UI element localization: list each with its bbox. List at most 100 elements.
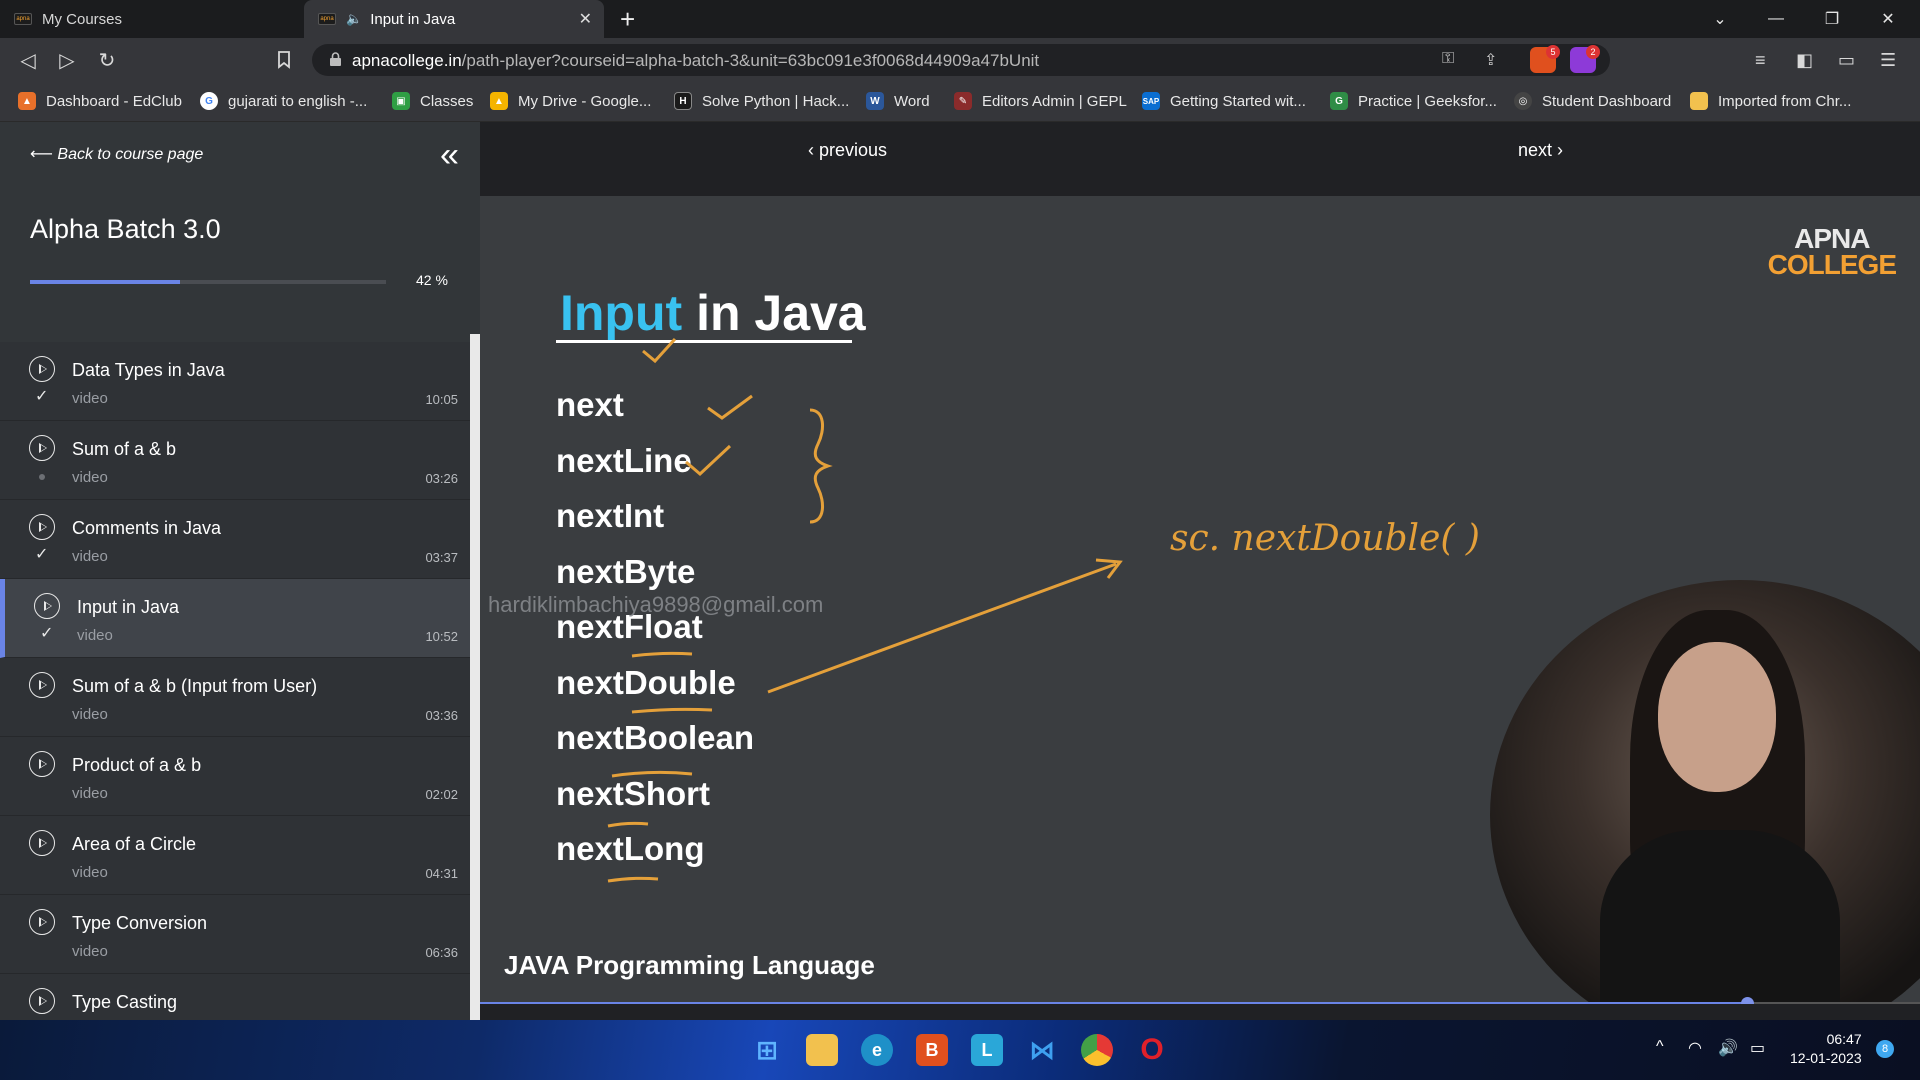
sidebar-toggle-icon[interactable]: ◧ [1796, 50, 1813, 71]
brave-shields-icon[interactable]: 5 [1530, 45, 1560, 73]
chrome-icon[interactable] [1081, 1034, 1113, 1066]
lesson-title: Type Casting [72, 992, 178, 1012]
lesson-type: video [72, 864, 108, 881]
wifi-icon[interactable]: ◠ [1688, 1038, 1702, 1058]
lesson-title: Area of a Circle [72, 834, 197, 854]
tab-label: My Courses [42, 10, 123, 28]
lesson-item[interactable]: Sum of a & b (Input from User) video 03:36 [0, 658, 470, 737]
audio-playing-icon[interactable]: 🔈 [346, 11, 362, 27]
lesson-item[interactable]: Type Conversion video 06:36 [0, 895, 470, 974]
site-favicon-icon: apna [14, 13, 32, 25]
close-tab-icon[interactable]: ✕ [579, 9, 592, 29]
tab-input-in-java[interactable]: apna 🔈 Input in Java ✕ [304, 0, 604, 38]
lesson-item[interactable]: ✓ Data Types in Java video 10:05 [0, 342, 470, 421]
bookmark-student-dashboard[interactable]: ◎ Student Dashboard [1514, 92, 1671, 110]
tab-my-courses[interactable]: apna My Courses [0, 0, 300, 38]
edclub-icon: ▲ [18, 92, 36, 110]
close-window-button[interactable]: ✕ [1860, 0, 1916, 38]
bookmark-gujarati[interactable]: Ggujarati to english -... [200, 92, 367, 110]
forward-icon[interactable]: ▷ [53, 46, 81, 74]
back-to-course-link[interactable]: ⟵ Back to course page [30, 144, 203, 164]
lesson-item[interactable]: Type Castingvideo [0, 974, 470, 1020]
browser-toolbar: ◁ ▷ ↻ apnacollege.in/path-player?coursei… [0, 38, 1920, 82]
bookmark-imported-folder[interactable]: Imported from Chr... [1690, 92, 1851, 110]
bookmark-sap[interactable]: SAP Getting Started wit... [1142, 92, 1306, 110]
lesson-type: video [72, 943, 108, 960]
notification-badge[interactable]: 8 [1876, 1040, 1894, 1058]
bookmark-edclub[interactable]: ▲ Dashboard - EdClub [18, 92, 182, 110]
folder-icon [1690, 92, 1708, 110]
battery-icon[interactable]: ▭ [1750, 1038, 1765, 1058]
tab-search-icon[interactable]: ⌄ [1692, 0, 1748, 38]
lesson-item[interactable]: ✓ Comments in Java video 03:37 [0, 500, 470, 579]
brave-browser-icon[interactable]: B [916, 1034, 948, 1066]
bookmark-classes[interactable]: ▣ Classes [392, 92, 473, 110]
menu-icon[interactable]: ☰ [1880, 50, 1896, 71]
handwritten-note: sc. nextDouble( ) [1170, 518, 1480, 559]
address-bar[interactable]: apnacollege.in/path-player?courseid=alph… [312, 44, 1610, 76]
volume-icon[interactable]: 🔊 [1718, 1038, 1738, 1058]
password-key-icon[interactable]: ⚿ [1442, 50, 1454, 68]
underline-long [607, 876, 659, 883]
bookmark-hackerrank[interactable]: H Solve Python | Hack... [674, 92, 849, 110]
lesson-item[interactable]: Product of a & b video 02:02 [0, 737, 470, 816]
play-circle-icon [29, 356, 55, 382]
file-explorer-icon[interactable] [806, 1034, 838, 1066]
player-nav: ‹ previous next › [480, 122, 1920, 180]
google-icon: G [200, 92, 218, 110]
lesson-item[interactable]: Area of a Circle video 04:31 [0, 816, 470, 895]
check-mark-3 [685, 444, 732, 477]
video-player[interactable]: APNA COLLEGE Input in Java next nextLine ne… [480, 196, 1920, 1004]
lesson-title: Comments in Java [72, 518, 222, 538]
system-clock[interactable]: 06:47 12-01-2023 [1790, 1030, 1862, 1068]
playlist-icon[interactable]: ≡ [1755, 50, 1766, 71]
shield-count-badge: 5 [1546, 45, 1560, 59]
edge-icon[interactable]: e [861, 1034, 893, 1066]
chevron-up-icon[interactable]: ^ [1656, 1038, 1664, 1056]
underline-short [607, 821, 649, 828]
lesson-item[interactable]: Sum of a & b video 03:26 [0, 421, 470, 500]
bookmark-geeksforgeeks[interactable]: G Practice | Geeksfor... [1330, 92, 1497, 110]
collapse-sidebar-icon[interactable]: « [440, 136, 459, 175]
l-app-icon[interactable]: L [971, 1034, 1003, 1066]
lesson-type: video [72, 390, 108, 407]
check-mark-2 [707, 394, 753, 420]
bookmark-editors-admin[interactable]: ✎ Editors Admin | GEPL [954, 92, 1127, 110]
gfg-icon: G [1330, 92, 1348, 110]
vscode-icon[interactable]: ⋈ [1026, 1034, 1058, 1066]
lesson-duration: 02:02 [425, 787, 458, 802]
reload-icon[interactable]: ↻ [93, 46, 121, 74]
lesson-list-scrollbar[interactable] [470, 334, 480, 1020]
play-circle-icon [29, 909, 55, 935]
restore-button[interactable]: ❐ [1804, 0, 1860, 38]
wallet-icon[interactable]: ▭ [1838, 50, 1855, 71]
lesson-duration: 10:05 [425, 392, 458, 407]
bookmark-page-icon[interactable] [270, 46, 298, 74]
video-seekbar[interactable] [480, 997, 1920, 1004]
opera-icon[interactable]: O [1136, 1033, 1168, 1066]
previous-button[interactable]: ‹ previous [808, 140, 887, 161]
lesson-title: Input in Java [77, 597, 180, 617]
rewards-count-badge: 2 [1586, 45, 1600, 59]
minimize-button[interactable]: — [1748, 0, 1804, 38]
play-circle-icon [29, 672, 55, 698]
chevron-left-icon: ‹ [808, 140, 819, 160]
lesson-type: video [77, 627, 113, 644]
lesson-title: Sum of a & b [72, 439, 177, 459]
windows-start-icon[interactable]: ⊞ [751, 1034, 783, 1066]
seekbar-handle[interactable] [1741, 997, 1755, 1004]
brave-rewards-icon[interactable]: 2 [1570, 45, 1600, 73]
check-mark-1 [642, 337, 677, 364]
bookmark-word[interactable]: W Word [866, 92, 930, 110]
back-icon[interactable]: ◁ [14, 46, 42, 74]
course-progress-fill [30, 280, 180, 284]
lesson-item[interactable]: ✓ Input in Java video 10:52 [0, 579, 470, 658]
bookmark-my-drive[interactable]: ▲ My Drive - Google... [490, 92, 651, 110]
share-icon[interactable]: ⇪ [1484, 50, 1497, 70]
check-icon: ✓ [35, 388, 49, 405]
lesson-title: Sum of a & b (Input from User) [72, 676, 318, 696]
check-icon: ✓ [40, 625, 54, 642]
check-icon: ✓ [35, 546, 49, 563]
next-button[interactable]: next › [1518, 140, 1563, 161]
new-tab-button[interactable]: + [620, 4, 635, 35]
